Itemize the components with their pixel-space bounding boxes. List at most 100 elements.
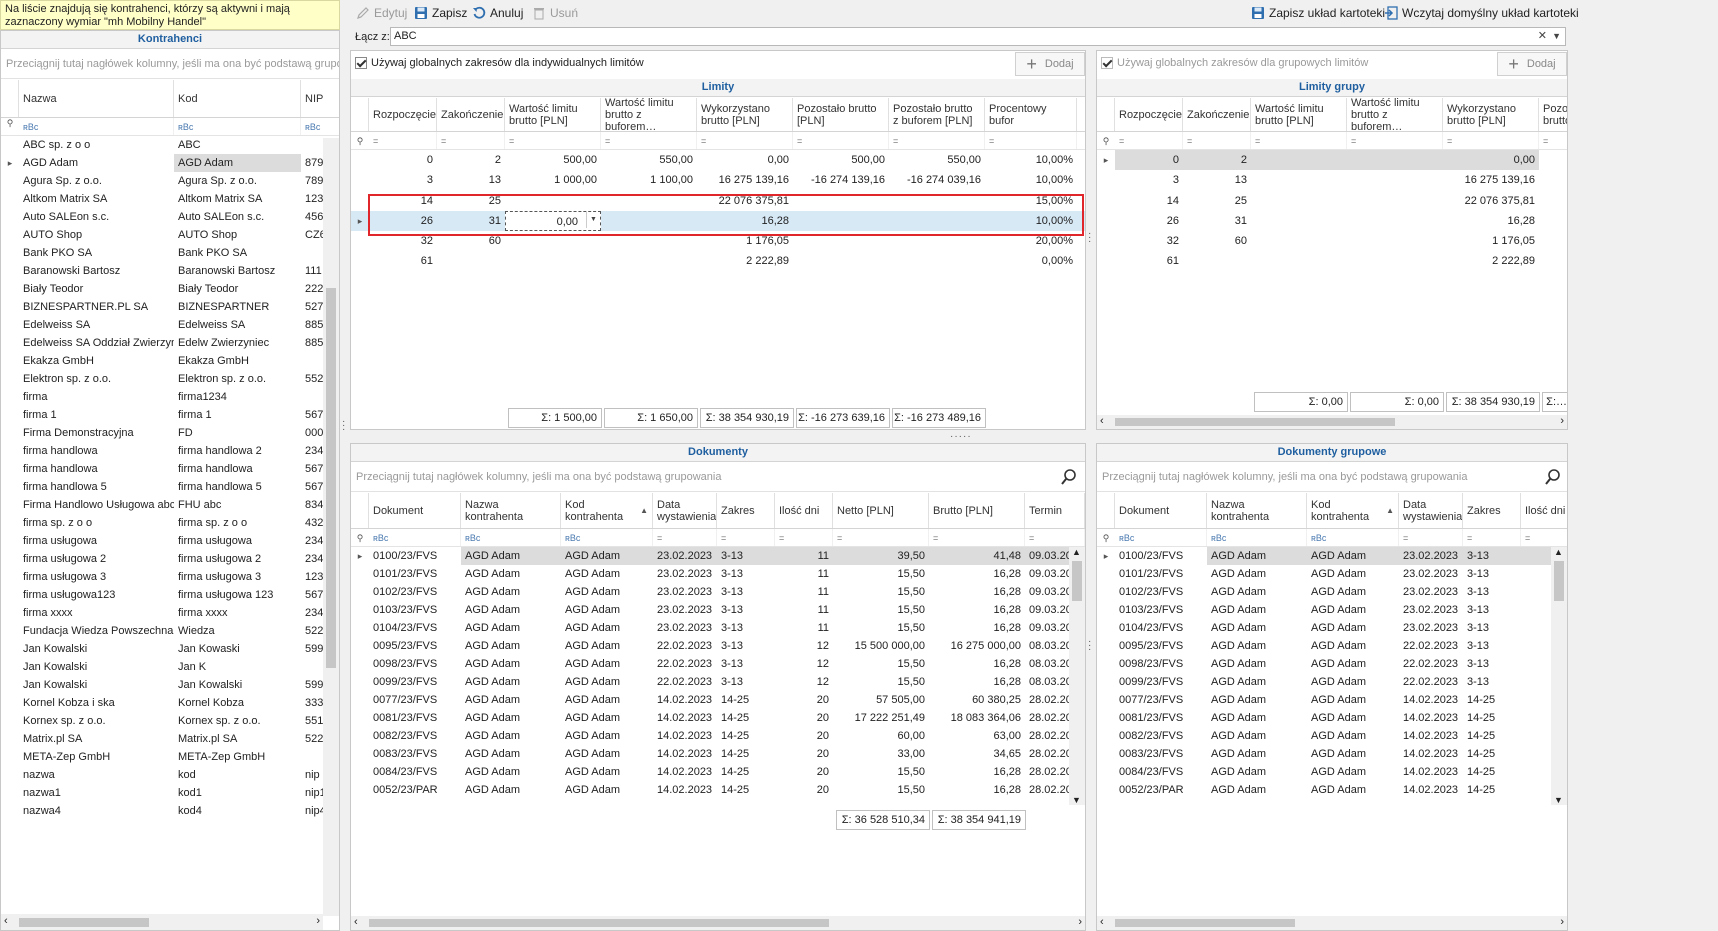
col-header[interactable]: Wartość limitu brutto [PLN] [1251, 98, 1347, 131]
table-row[interactable]: Firma Demonstracyjna FD 000 [1, 424, 339, 442]
table-row[interactable]: META-Zep GmbH META-Zep GmbH [1, 748, 339, 766]
scroll-thumb[interactable] [1115, 418, 1395, 426]
clear-icon[interactable]: ✕ [1538, 28, 1547, 45]
table-row[interactable]: Edelweiss SA Oddział Zwierzyniec Edelw Zw… [1, 334, 339, 352]
table-row[interactable]: Edelweiss SA Edelweiss SA 885 [1, 316, 339, 334]
link-select[interactable]: ABC ✕ ▼ [390, 27, 1566, 46]
col-header[interactable]: Pozostało brutto [PLN] [793, 98, 889, 131]
table-row[interactable]: 0084/23/FVS AGD Adam AGD Adam 14.02.2023 14-… [1097, 763, 1567, 781]
col-header[interactable]: Zakres [1463, 493, 1521, 528]
table-row[interactable]: 0098/23/FVS AGD Adam AGD Adam 22.02.2023 3-1… [1097, 655, 1567, 673]
table-row[interactable]: firma usługowa123 firma usługowa 123 567 [1, 586, 339, 604]
table-row[interactable]: Biały Teodor Biały Teodor 222 [1, 280, 339, 298]
table-row[interactable]: 0077/23/FVS AGD Adam AGD Adam 14.02.2023 14-… [351, 691, 1085, 709]
table-row[interactable]: 0104/23/FVS AGD Adam AGD Adam 23.02.2023 3-1… [1097, 619, 1567, 637]
table-row[interactable]: Elektron sp. z o.o. Elektron sp. z o.o. 55… [1, 370, 339, 388]
scroll-thumb[interactable] [1115, 919, 1295, 927]
filter-cell[interactable]: = [793, 132, 889, 149]
table-row[interactable]: firma handlowa firma handlowa 567 [1, 460, 339, 478]
splitter-handle[interactable]: · · · [1088, 637, 1092, 655]
splitter-handle[interactable]: · · · [342, 417, 348, 435]
use-global-checkbox[interactable]: Używaj globalnych zakresów dla indywidua… [355, 57, 644, 70]
documents-vscroll[interactable]: ▲ ▼ [1069, 547, 1085, 805]
filter-cell[interactable]: = [1399, 529, 1463, 546]
scroll-thumb[interactable] [369, 919, 829, 927]
contractors-vscroll[interactable] [323, 138, 339, 916]
table-row[interactable]: 0102/23/FVS AGD Adam AGD Adam 23.02.2023 3-1… [1097, 583, 1567, 601]
col-header[interactable]: Ilość dni [1521, 493, 1567, 528]
table-row[interactable]: 0103/23/FVS AGD Adam AGD Adam 23.02.2023 3-1… [351, 601, 1085, 619]
filter-cell[interactable]: = [1347, 132, 1443, 149]
table-row[interactable]: 0102/23/FVS AGD Adam AGD Adam 23.02.2023 3-1… [351, 583, 1085, 601]
scroll-up-icon[interactable]: ▲ [1554, 547, 1563, 557]
scroll-thumb[interactable] [1072, 561, 1082, 601]
filter-cell[interactable]: = [697, 132, 793, 149]
table-row[interactable]: Auto SALEon s.c. Auto SALEon s.c. 456 [1, 208, 339, 226]
scroll-thumb[interactable] [326, 288, 336, 668]
documents-hscroll[interactable]: ‹ › [351, 916, 1085, 930]
table-row[interactable]: Kornel Kobza i ska Kornel Kobza 333 [1, 694, 339, 712]
col-header[interactable]: Nazwa kontrahenta [1207, 493, 1307, 528]
col-header[interactable]: Rozpoczęcie▲ [369, 98, 437, 131]
filter-cell[interactable]: ʀBc [461, 529, 561, 546]
table-row[interactable]: firma 1 firma 1 567 [1, 406, 339, 424]
table-row[interactable]: Ekakza GmbH Ekakza GmbH [1, 352, 339, 370]
filter-name[interactable]: ʀBc [19, 118, 174, 135]
load-default-layout-button[interactable]: Wczytaj domyślny układ kartoteki [1384, 4, 1579, 22]
filter-code[interactable]: ʀBc [174, 118, 301, 135]
col-header[interactable]: Pozostało brutto z buforem [PLN] [889, 98, 985, 131]
table-row[interactable]: ▸ AGD Adam AGD Adam 879 [1, 154, 339, 172]
table-row[interactable]: 0084/23/FVS AGD Adam AGD Adam 14.02.2023 14-… [351, 763, 1085, 781]
table-row[interactable]: nazwa1 kod1 nip1 [1, 784, 339, 802]
table-row[interactable]: ▸ 0100/23/FVS AGD Adam AGD Adam 23.02.2023 3-… [1097, 547, 1567, 565]
table-row[interactable]: Kornex sp. z o.o. Kornex sp. z o.o. 551 [1, 712, 339, 730]
group-documents-hscroll[interactable]: ‹ › [1097, 916, 1567, 930]
filter-cell[interactable]: = [985, 132, 1077, 149]
col-header[interactable]: Data wystawienia [653, 493, 717, 528]
col-header[interactable]: Nazwa kontrahenta [461, 493, 561, 528]
col-header[interactable]: Data wystawienia [1399, 493, 1463, 528]
table-row[interactable]: 0081/23/FVS AGD Adam AGD Adam 14.02.2023 14-… [1097, 709, 1567, 727]
scroll-left-icon[interactable]: ‹ [1100, 916, 1104, 928]
col-header[interactable]: Dokument [1115, 493, 1207, 528]
scroll-down-icon[interactable]: ▼ [1554, 795, 1563, 805]
filter-cell[interactable]: = [833, 529, 929, 546]
filter-cell[interactable]: = [1443, 132, 1539, 149]
table-row[interactable]: 0101/23/FVS AGD Adam AGD Adam 23.02.2023 3-1… [1097, 565, 1567, 583]
table-row[interactable]: 0052/23/PAR AGD Adam AGD Adam 14.02.2023 14-… [351, 781, 1085, 799]
col-header[interactable]: Wykorzystano brutto [PLN] [1443, 98, 1539, 131]
table-row[interactable]: 0082/23/FVS AGD Adam AGD Adam 14.02.2023 14-… [351, 727, 1085, 745]
filter-cell[interactable]: ʀBc [1115, 529, 1207, 546]
group-by-area[interactable]: Przeciągnij tutaj nagłówek kolumny, jeśl… [1, 49, 339, 79]
filter-cell[interactable]: = [437, 132, 505, 149]
table-row[interactable]: firma usługowa 2 firma usługowa 2 234 [1, 550, 339, 568]
table-row[interactable]: nazwa kod nip [1, 766, 339, 784]
table-row[interactable]: 61 2 222,89 0,00% [351, 251, 1085, 271]
col-header-code[interactable]: Kod [174, 80, 301, 117]
table-row[interactable]: Fundacja Wiedza Powszechna Wiedza 522 [1, 622, 339, 640]
filter-cell[interactable]: = [775, 529, 833, 546]
col-header-name[interactable]: Nazwa [19, 80, 174, 117]
table-row[interactable]: BIZNESPARTNER.PL SA BIZNESPARTNER 527 [1, 298, 339, 316]
add-limit-button[interactable]: + Dodaj [1015, 52, 1085, 76]
table-row[interactable]: 0095/23/FVS AGD Adam AGD Adam 22.02.2023 3-1… [351, 637, 1085, 655]
col-header[interactable]: Pozos brutto [1539, 98, 1567, 131]
table-row[interactable]: firma firma1234 [1, 388, 339, 406]
col-header[interactable]: Zakończenie [437, 98, 505, 131]
filter-cell[interactable]: = [505, 132, 601, 149]
scroll-left-icon[interactable]: ‹ [4, 915, 8, 927]
scroll-thumb[interactable] [1554, 561, 1564, 601]
filter-cell[interactable]: = [1463, 529, 1521, 546]
delete-button[interactable]: Usuń [532, 4, 578, 22]
table-row[interactable]: Altkom Matrix SA Altkom Matrix SA 123 [1, 190, 339, 208]
table-row[interactable]: 0099/23/FVS AGD Adam AGD Adam 22.02.2023 3-1… [351, 673, 1085, 691]
table-row[interactable]: 3 13 16 275 139,16 [1097, 170, 1567, 190]
scroll-right-icon[interactable]: › [1560, 415, 1564, 427]
table-row[interactable]: 0083/23/FVS AGD Adam AGD Adam 14.02.2023 14-… [351, 745, 1085, 763]
filter-cell[interactable]: = [601, 132, 697, 149]
table-row[interactable]: firma handlowa 5 firma handlowa 5 567 [1, 478, 339, 496]
add-group-limit-button[interactable]: + Dodaj [1497, 52, 1567, 76]
scroll-right-icon[interactable]: › [316, 915, 320, 927]
use-global-group-checkbox[interactable]: Używaj globalnych zakresów dla grupowych… [1101, 57, 1368, 70]
table-row[interactable]: 26 31 16,28 [1097, 211, 1567, 231]
